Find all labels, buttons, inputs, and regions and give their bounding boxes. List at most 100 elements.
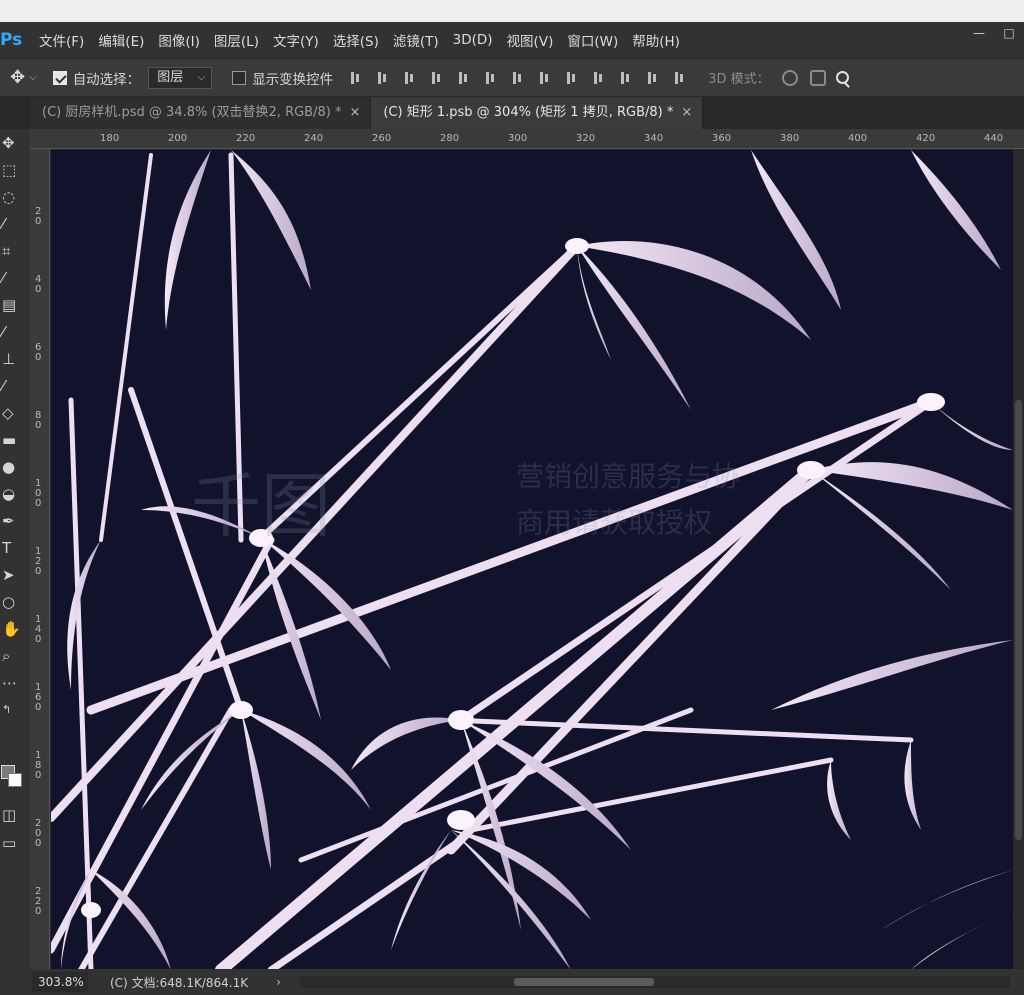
align-right-icon[interactable] bbox=[484, 70, 498, 86]
screen-mode-icon[interactable]: ▭ bbox=[0, 829, 30, 856]
healing-brush-tool-icon[interactable]: ▤ bbox=[0, 291, 30, 318]
menu-item[interactable]: 选择(S) bbox=[333, 30, 379, 50]
menu-item[interactable]: 文件(F) bbox=[39, 30, 84, 50]
bamboo-leaves bbox=[61, 150, 1013, 970]
tab-rectangle-1[interactable]: (C) 矩形 1.psb @ 304% (矩形 1 拷贝, RGB/8) * × bbox=[371, 97, 704, 129]
lasso-tool-icon[interactable]: ◌ bbox=[0, 183, 30, 210]
document-tabs: (C) 厨房样机.psd @ 34.8% (双击替换2, RGB/8) * × (… bbox=[30, 97, 1024, 129]
zoom-tool-icon[interactable]: ⌕ bbox=[0, 642, 30, 669]
scrollbar-thumb[interactable] bbox=[1015, 400, 1022, 840]
blur-tool-icon[interactable]: ● bbox=[0, 453, 30, 480]
maximize-button[interactable]: □ bbox=[994, 22, 1024, 46]
align-hcenter-icon[interactable] bbox=[457, 70, 471, 86]
status-menu-arrow-icon[interactable]: › bbox=[276, 975, 281, 989]
dist-bottom-icon[interactable] bbox=[565, 70, 579, 86]
menu-item[interactable]: 编辑(E) bbox=[98, 30, 144, 50]
window-controls: — □ bbox=[964, 22, 1024, 46]
document-canvas[interactable]: 千图 营销创意服务与协 商用请获取授权 bbox=[51, 150, 1013, 970]
tab-label: (C) 厨房样机.psd @ 34.8% (双击替换2, RGB/8) * bbox=[42, 105, 342, 120]
ruler-tick-label: 240 bbox=[304, 133, 324, 144]
align-left-icon[interactable] bbox=[430, 70, 444, 86]
horizontal-scrollbar[interactable] bbox=[300, 976, 1010, 988]
auto-select-target-select[interactable]: 图层 ⌵ bbox=[148, 66, 213, 89]
swap-colors-icon[interactable]: ↰ bbox=[0, 696, 30, 723]
pen-tool-icon[interactable]: ✒ bbox=[0, 507, 30, 534]
ruler-tick-label: 20 bbox=[35, 206, 42, 227]
brush-tool-icon[interactable]: ⁄ bbox=[0, 318, 30, 345]
quick-mask-icon[interactable]: ◫ bbox=[0, 801, 30, 828]
gradient-tool-icon[interactable]: ▬ bbox=[0, 426, 30, 453]
dist-top-icon[interactable] bbox=[511, 70, 525, 86]
auto-select-target-value: 图层 bbox=[157, 69, 184, 85]
dist-vcenter-icon[interactable] bbox=[538, 70, 552, 86]
ruler-tick-label: 260 bbox=[372, 133, 392, 144]
os-top-strip bbox=[0, 0, 1024, 22]
minimize-button[interactable]: — bbox=[964, 22, 994, 46]
dodge-tool-icon[interactable]: ◒ bbox=[0, 480, 30, 507]
auto-align-icon[interactable] bbox=[673, 70, 687, 86]
menu-item[interactable]: 窗口(W) bbox=[567, 30, 618, 50]
ruler-tick-label: 360 bbox=[712, 133, 732, 144]
menu-item[interactable]: 图层(L) bbox=[214, 30, 259, 50]
marquee-tool-icon[interactable]: ⬚ bbox=[0, 156, 30, 183]
eraser-tool-icon[interactable]: ◇ bbox=[0, 399, 30, 426]
ruler-tick-label: 320 bbox=[576, 133, 596, 144]
ruler-tick-label: 60 bbox=[35, 342, 42, 363]
roll-3d-icon[interactable] bbox=[809, 69, 826, 86]
stamp-tool-icon[interactable]: ⊥ bbox=[0, 345, 30, 372]
magic-wand-tool-icon[interactable]: ⁄ bbox=[0, 210, 30, 237]
path-selection-tool-icon[interactable]: ➤ bbox=[0, 561, 30, 588]
tab-label: (C) 矩形 1.psb @ 304% (矩形 1 拷贝, RGB/8) * bbox=[383, 105, 674, 120]
zoom-level-field[interactable]: 303.8% bbox=[32, 972, 88, 992]
align-buttons bbox=[349, 70, 700, 86]
menu-item[interactable]: 滤镜(T) bbox=[393, 30, 439, 50]
auto-select-label: 自动选择： bbox=[72, 71, 141, 88]
hand-tool-icon[interactable]: ✋ bbox=[0, 615, 30, 642]
watermark-line-2: 商用请获取授权 bbox=[516, 506, 712, 539]
ruler-tick-label: 120 bbox=[35, 546, 42, 577]
ruler-tick-label: 400 bbox=[848, 133, 868, 144]
orbit-3d-icon[interactable] bbox=[781, 69, 798, 86]
menu-item[interactable]: 3D(D) bbox=[453, 32, 493, 48]
bamboo-artwork: 千图 营销创意服务与协 商用请获取授权 bbox=[51, 150, 1013, 970]
menu-item[interactable]: 视图(V) bbox=[507, 30, 554, 50]
dist-right-icon[interactable] bbox=[646, 70, 660, 86]
more-tools-icon[interactable]: ⋯ bbox=[0, 669, 30, 696]
ruler-tick-label: 300 bbox=[508, 133, 528, 144]
ruler-tick-label: 140 bbox=[35, 614, 42, 645]
type-tool-icon[interactable]: T bbox=[0, 534, 30, 561]
menu-item[interactable]: 图像(I) bbox=[158, 30, 200, 50]
bamboo-nodes bbox=[81, 238, 945, 918]
history-brush-tool-icon[interactable]: ⁄ bbox=[0, 372, 30, 399]
dist-left-icon[interactable] bbox=[592, 70, 606, 86]
ruler-tick-label: 180 bbox=[35, 750, 42, 781]
dist-hcenter-icon[interactable] bbox=[619, 70, 633, 86]
menu-bar: Ps 文件(F) 编辑(E) 图像(I) 图层(L) 文字(Y) 选择(S) 滤镜(T) 3D… bbox=[0, 22, 1024, 58]
ruler-tick-label: 200 bbox=[168, 133, 188, 144]
ruler-tick-label: 380 bbox=[780, 133, 800, 144]
align-bottom-icon[interactable] bbox=[403, 70, 417, 86]
show-transform-checkbox[interactable] bbox=[232, 70, 247, 85]
ellipse-tool-icon[interactable]: ○ bbox=[0, 588, 30, 615]
tab-kitchen-mockup[interactable]: (C) 厨房样机.psd @ 34.8% (双击替换2, RGB/8) * × bbox=[30, 97, 372, 129]
align-top-icon[interactable] bbox=[349, 70, 363, 86]
background-color-swatch[interactable] bbox=[8, 773, 22, 787]
ruler-tick-label: 220 bbox=[35, 886, 42, 917]
align-vcenter-icon[interactable] bbox=[376, 70, 390, 86]
vertical-scrollbar[interactable] bbox=[1013, 150, 1024, 970]
menu-item[interactable]: 帮助(H) bbox=[632, 30, 680, 50]
scrollbar-thumb[interactable] bbox=[514, 978, 654, 986]
ruler-tick-label: 40 bbox=[35, 274, 42, 295]
tool-preset-dropdown-icon[interactable]: ⌵ bbox=[29, 72, 37, 83]
watermark-logo: 千图 bbox=[191, 465, 331, 547]
eyedropper-tool-icon[interactable]: ⁄ bbox=[0, 264, 30, 291]
close-icon[interactable]: × bbox=[349, 105, 360, 120]
search-icon[interactable] bbox=[835, 71, 849, 84]
move-tool-icon[interactable]: ✥ bbox=[10, 67, 25, 88]
chevron-down-icon: ⌵ bbox=[197, 71, 206, 83]
close-icon[interactable]: × bbox=[681, 105, 692, 120]
auto-select-checkbox[interactable] bbox=[52, 70, 67, 85]
move-tool-icon[interactable]: ✥ bbox=[0, 129, 30, 156]
crop-tool-icon[interactable]: ⌗ bbox=[0, 237, 30, 264]
menu-item[interactable]: 文字(Y) bbox=[273, 30, 319, 50]
